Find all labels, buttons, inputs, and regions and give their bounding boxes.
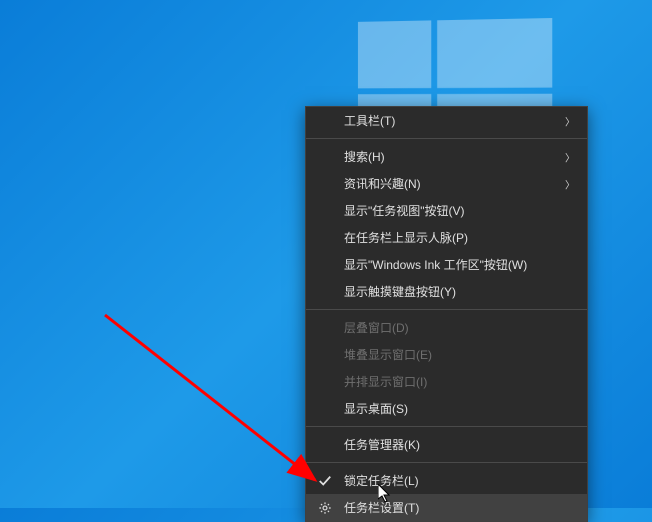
menu-item-label: 显示触摸键盘按钮(Y)	[344, 283, 456, 300]
menu-item-toolbars[interactable]: 工具栏(T) 〉	[306, 107, 587, 134]
check-icon	[318, 474, 332, 488]
menu-item-locktaskbar[interactable]: 锁定任务栏(L)	[306, 467, 587, 494]
chevron-right-icon: 〉	[565, 113, 575, 128]
menu-item-label: 资讯和兴趣(N)	[344, 175, 421, 192]
menu-item-label: 搜索(H)	[344, 148, 385, 165]
menu-separator	[306, 426, 587, 427]
menu-item-label: 层叠窗口(D)	[344, 319, 409, 336]
menu-item-label: 并排显示窗口(I)	[344, 373, 427, 390]
menu-item-label: 任务管理器(K)	[344, 436, 420, 453]
chevron-right-icon: 〉	[565, 176, 575, 191]
menu-item-touchkeyboard[interactable]: 显示触摸键盘按钮(Y)	[306, 278, 587, 305]
menu-item-showdesktop[interactable]: 显示桌面(S)	[306, 395, 587, 422]
menu-item-cascade: 层叠窗口(D)	[306, 314, 587, 341]
menu-item-label: 在任务栏上显示人脉(P)	[344, 229, 468, 246]
menu-separator	[306, 309, 587, 310]
menu-item-ink[interactable]: 显示"Windows Ink 工作区"按钮(W)	[306, 251, 587, 278]
menu-item-taskview[interactable]: 显示"任务视图"按钮(V)	[306, 197, 587, 224]
menu-item-people[interactable]: 在任务栏上显示人脉(P)	[306, 224, 587, 251]
menu-item-label: 显示"任务视图"按钮(V)	[344, 202, 465, 219]
menu-item-taskmanager[interactable]: 任务管理器(K)	[306, 431, 587, 458]
menu-separator	[306, 462, 587, 463]
menu-item-label: 显示桌面(S)	[344, 400, 408, 417]
menu-item-label: 显示"Windows Ink 工作区"按钮(W)	[344, 256, 527, 273]
menu-item-label: 工具栏(T)	[344, 112, 395, 129]
menu-item-label: 堆叠显示窗口(E)	[344, 346, 432, 363]
menu-item-sidebyside: 并排显示窗口(I)	[306, 368, 587, 395]
taskbar-context-menu: 工具栏(T) 〉 搜索(H) 〉 资讯和兴趣(N) 〉 显示"任务视图"按钮(V…	[305, 106, 588, 522]
menu-item-stacked: 堆叠显示窗口(E)	[306, 341, 587, 368]
menu-item-label: 锁定任务栏(L)	[344, 472, 419, 489]
menu-separator	[306, 138, 587, 139]
menu-item-search[interactable]: 搜索(H) 〉	[306, 143, 587, 170]
menu-item-news[interactable]: 资讯和兴趣(N) 〉	[306, 170, 587, 197]
chevron-right-icon: 〉	[565, 149, 575, 164]
